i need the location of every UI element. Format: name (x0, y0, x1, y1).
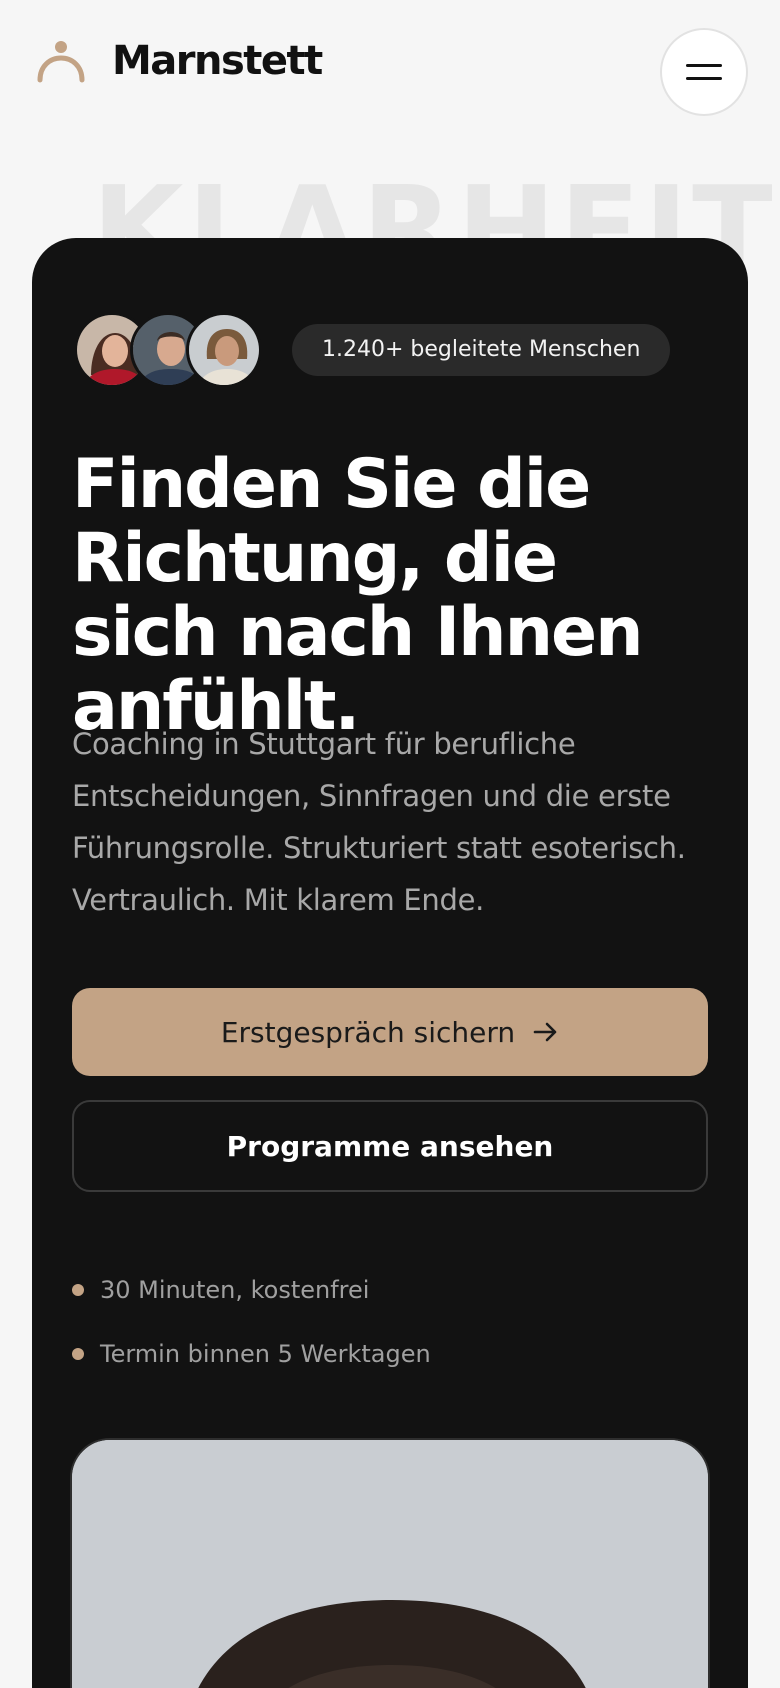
bullet-dot-icon (72, 1284, 84, 1296)
hero-card: 1.240+ begleitete Menschen Finden Sie di… (32, 238, 748, 1688)
book-consultation-label: Erstgespräch sichern (220, 1015, 516, 1049)
list-item: 30 Minuten, kostenfrei (72, 1258, 712, 1322)
brand-name[interactable]: Marnstett (112, 38, 323, 84)
hero-headline: Finden Sie die Richtung, die sich nach I… (72, 445, 644, 746)
hamburger-icon (686, 64, 722, 67)
coach-portrait-image (70, 1438, 710, 1688)
arrow-right-icon (533, 1022, 557, 1042)
menu-button[interactable] (660, 28, 748, 116)
logo-person-icon[interactable] (36, 40, 86, 84)
view-programs-button[interactable]: Programme ansehen (72, 1100, 708, 1192)
benefit-text: Termin binnen 5 Werktagen (100, 1340, 431, 1368)
benefit-text: 30 Minuten, kostenfrei (100, 1276, 370, 1304)
social-proof-badge: 1.240+ begleitete Menschen (292, 324, 671, 376)
list-item: Termin binnen 5 Werktagen (72, 1322, 712, 1386)
avatar (186, 312, 262, 388)
avatar-group (74, 312, 274, 388)
hero-description: Coaching in Stuttgart für berufliche Ent… (72, 727, 686, 917)
view-programs-label: Programme ansehen (226, 1129, 554, 1163)
book-consultation-button[interactable]: Erstgespräch sichern (72, 988, 708, 1076)
benefit-list: 30 Minuten, kostenfrei Termin binnen 5 W… (72, 1258, 712, 1386)
site-header: Marnstett (0, 0, 780, 150)
bullet-dot-icon (72, 1348, 84, 1360)
hamburger-icon-line (686, 77, 722, 80)
